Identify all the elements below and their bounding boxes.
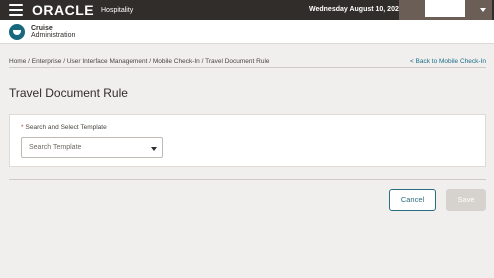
app-subtitle: Administration — [31, 32, 76, 39]
template-label-text: Search and Select Template — [25, 124, 107, 131]
user-avatar[interactable] — [425, 0, 465, 17]
template-select-placeholder: Search Template — [29, 144, 82, 151]
required-marker: * — [21, 124, 24, 131]
current-date: Wednesday August 10, 2022 — [309, 6, 403, 13]
app-bar: Cruise Administration — [0, 20, 494, 44]
breadcrumb-mobile-check-in[interactable]: Mobile Check-In — [153, 58, 200, 65]
hospitality-label: Hospitality — [101, 7, 134, 14]
chevron-down-icon[interactable] — [151, 147, 157, 151]
divider — [9, 179, 486, 180]
top-bar: ORACLE Hospitality Wednesday August 10, … — [0, 0, 494, 20]
hamburger-menu-icon[interactable] — [9, 4, 23, 16]
cruise-ship-icon — [9, 24, 25, 40]
divider — [9, 67, 486, 68]
user-menu[interactable] — [399, 0, 492, 20]
template-search-select[interactable]: Search Template — [21, 137, 163, 158]
breadcrumb-home[interactable]: Home — [9, 58, 26, 65]
oracle-logo: ORACLE — [32, 2, 95, 18]
page-title: Travel Document Rule — [9, 86, 128, 100]
save-button[interactable]: Save — [446, 189, 486, 211]
back-to-mobile-check-in-link[interactable]: < Back to Mobile Check-In — [410, 58, 486, 66]
breadcrumb-ui-management[interactable]: User Interface Management — [67, 58, 148, 65]
breadcrumb-current: Travel Document Rule — [205, 58, 270, 65]
template-field-label: * Search and Select Template — [21, 124, 107, 132]
user-menu-chevron-down-icon[interactable] — [480, 8, 486, 12]
breadcrumb: Home / Enterprise / User Interface Manag… — [9, 58, 270, 66]
cancel-button[interactable]: Cancel — [389, 189, 436, 211]
template-form-card: * Search and Select Template Search Templ… — [9, 114, 486, 167]
breadcrumb-enterprise[interactable]: Enterprise — [32, 58, 62, 65]
